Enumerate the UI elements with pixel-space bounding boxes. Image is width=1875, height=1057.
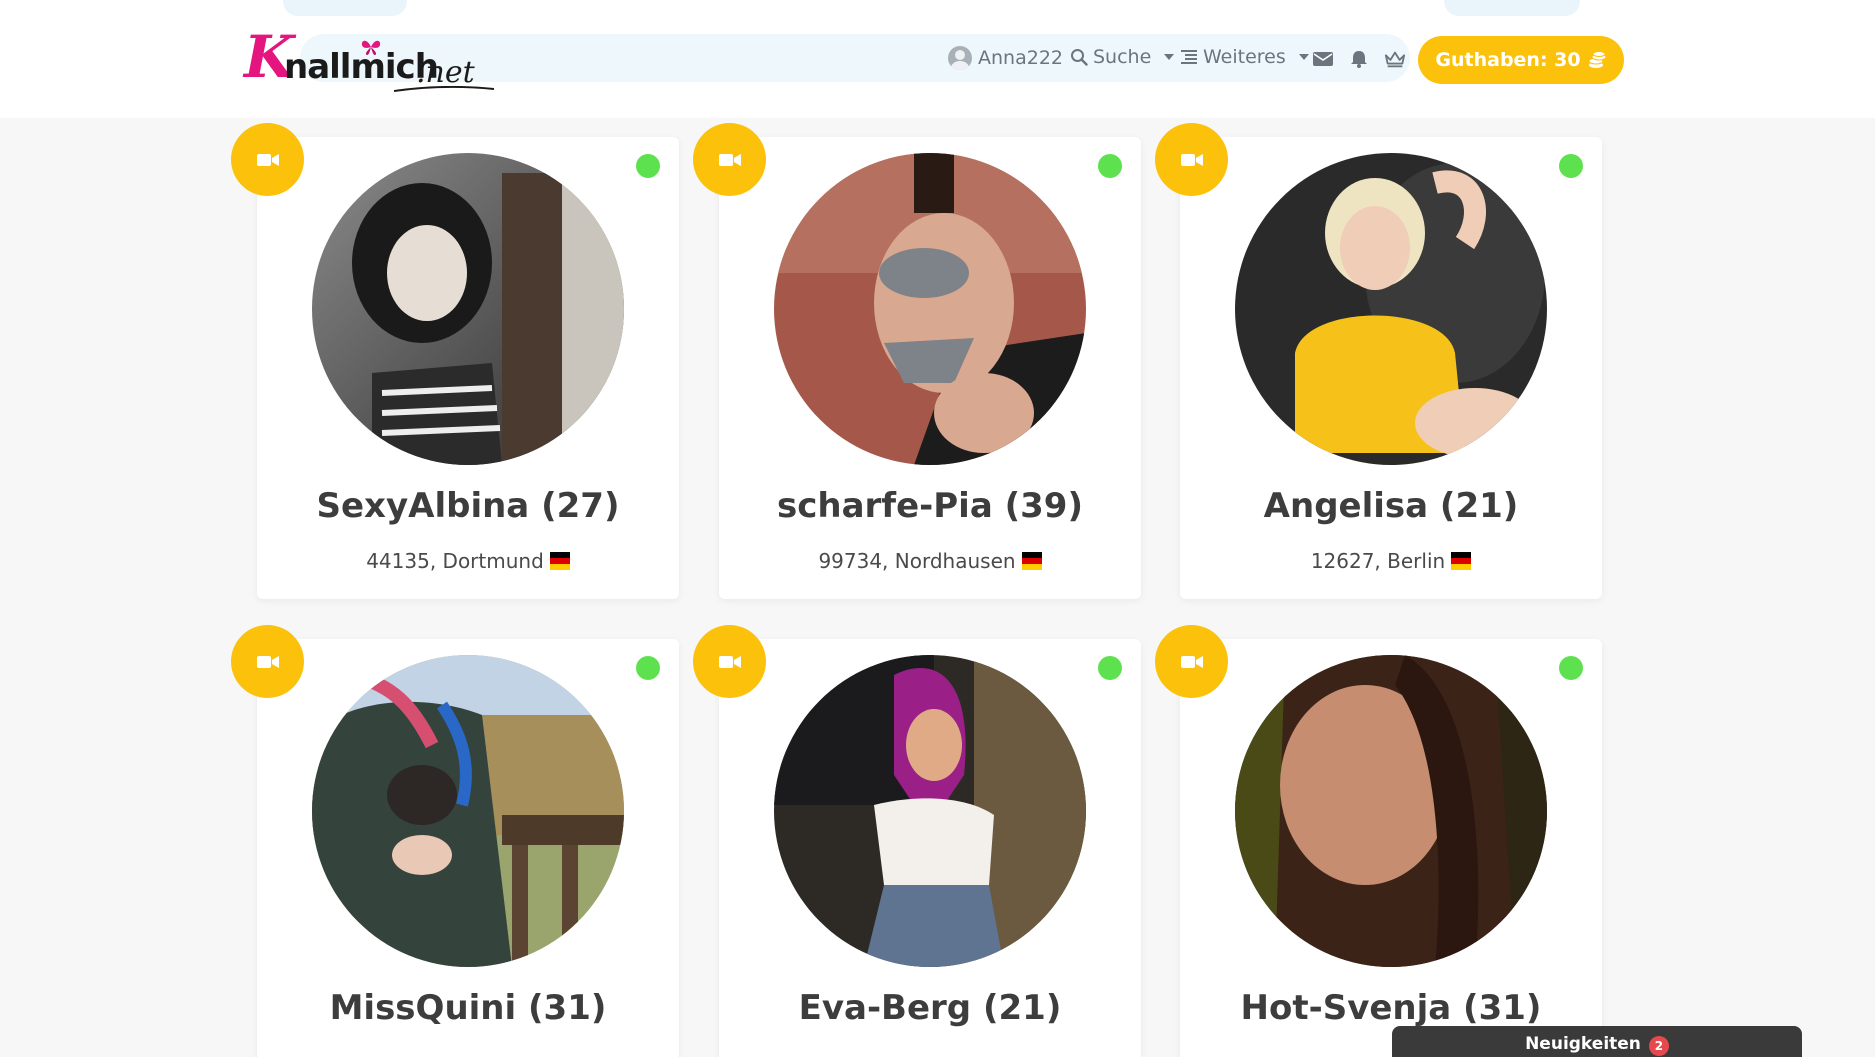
- profile-location: 99734, Nordhausen: [719, 551, 1141, 571]
- avatar: [948, 46, 972, 70]
- video-camera-icon: [1180, 655, 1203, 668]
- video-cam-badge[interactable]: [231, 123, 304, 196]
- coins-icon: [1588, 51, 1607, 68]
- online-status-dot: [1559, 154, 1583, 178]
- profile-card[interactable]: Eva-Berg (21): [719, 639, 1141, 1057]
- credit-label: Guthaben: 30: [1435, 49, 1581, 71]
- list-icon: [1181, 50, 1197, 64]
- german-flag-icon: [1451, 552, 1472, 570]
- profile-card[interactable]: MissQuini (31): [257, 639, 679, 1057]
- video-camera-icon: [256, 655, 279, 668]
- video-cam-badge[interactable]: [231, 625, 304, 698]
- online-status-dot: [1559, 656, 1583, 680]
- profile-location-text: 44135, Dortmund: [366, 549, 544, 573]
- video-cam-badge[interactable]: [693, 625, 766, 698]
- profile-card[interactable]: Hot-Svenja (31): [1180, 639, 1602, 1057]
- envelope-icon[interactable]: [1312, 50, 1334, 68]
- video-camera-icon: [256, 153, 279, 166]
- profile-name[interactable]: SexyAlbina (27): [257, 489, 679, 523]
- top-decoration-right: [1444, 0, 1580, 16]
- site-header: K nallmich .net Anna222 Suche Weiteres G…: [0, 0, 1875, 118]
- bell-icon[interactable]: [1348, 50, 1370, 68]
- video-cam-badge[interactable]: [693, 123, 766, 196]
- german-flag-icon: [1021, 552, 1042, 570]
- profile-photo[interactable]: [774, 153, 1086, 465]
- profile-photo[interactable]: [312, 655, 624, 967]
- nav-search-dropdown[interactable]: Suche: [1070, 46, 1175, 68]
- profile-location: 12627, Berlin: [1180, 551, 1602, 571]
- news-label: Neuigkeiten: [1525, 1034, 1641, 1054]
- news-count-badge: 2: [1648, 1036, 1669, 1056]
- video-camera-icon: [1180, 153, 1203, 166]
- profile-name[interactable]: MissQuini (31): [257, 991, 679, 1025]
- profile-photo[interactable]: [1235, 655, 1547, 967]
- profile-card[interactable]: SexyAlbina (27) 44135, Dortmund: [257, 137, 679, 599]
- profile-name[interactable]: scharfe-Pia (39): [719, 489, 1141, 523]
- profile-card[interactable]: scharfe-Pia (39) 99734, Nordhausen: [719, 137, 1141, 599]
- profile-photo[interactable]: [1235, 153, 1547, 465]
- profile-photo[interactable]: [312, 153, 624, 465]
- profile-location: 44135, Dortmund: [257, 551, 679, 571]
- profile-name[interactable]: Hot-Svenja (31): [1180, 991, 1602, 1025]
- profile-location-text: 99734, Nordhausen: [818, 549, 1016, 573]
- online-status-dot: [636, 154, 660, 178]
- profile-name[interactable]: Angelisa (21): [1180, 489, 1602, 523]
- news-bar[interactable]: Neuigkeiten 2: [1392, 1026, 1802, 1057]
- top-decoration-left: [283, 0, 407, 16]
- video-cam-badge[interactable]: [1155, 625, 1228, 698]
- profile-photo[interactable]: [774, 655, 1086, 967]
- nav-more-dropdown[interactable]: Weiteres: [1180, 46, 1309, 68]
- user-menu[interactable]: Anna222: [948, 46, 1063, 70]
- crown-icon[interactable]: [1384, 50, 1406, 68]
- video-cam-badge[interactable]: [1155, 123, 1228, 196]
- username: Anna222: [978, 47, 1063, 69]
- search-icon: [1071, 49, 1088, 66]
- nav-search-label: Suche: [1093, 46, 1152, 68]
- online-status-dot: [1098, 154, 1122, 178]
- chevron-down-icon: [1164, 54, 1175, 60]
- video-camera-icon: [718, 655, 741, 668]
- online-status-dot: [636, 656, 660, 680]
- profile-location-text: 12627, Berlin: [1310, 549, 1446, 573]
- profile-card[interactable]: Angelisa (21) 12627, Berlin: [1180, 137, 1602, 599]
- site-logo[interactable]: K nallmich .net: [244, 24, 494, 96]
- nav-more-label: Weiteres: [1203, 46, 1286, 68]
- video-camera-icon: [718, 153, 741, 166]
- chevron-down-icon: [1298, 54, 1309, 60]
- profile-name[interactable]: Eva-Berg (21): [719, 991, 1141, 1025]
- credit-button[interactable]: Guthaben: 30: [1418, 36, 1624, 84]
- german-flag-icon: [549, 552, 570, 570]
- online-status-dot: [1098, 656, 1122, 680]
